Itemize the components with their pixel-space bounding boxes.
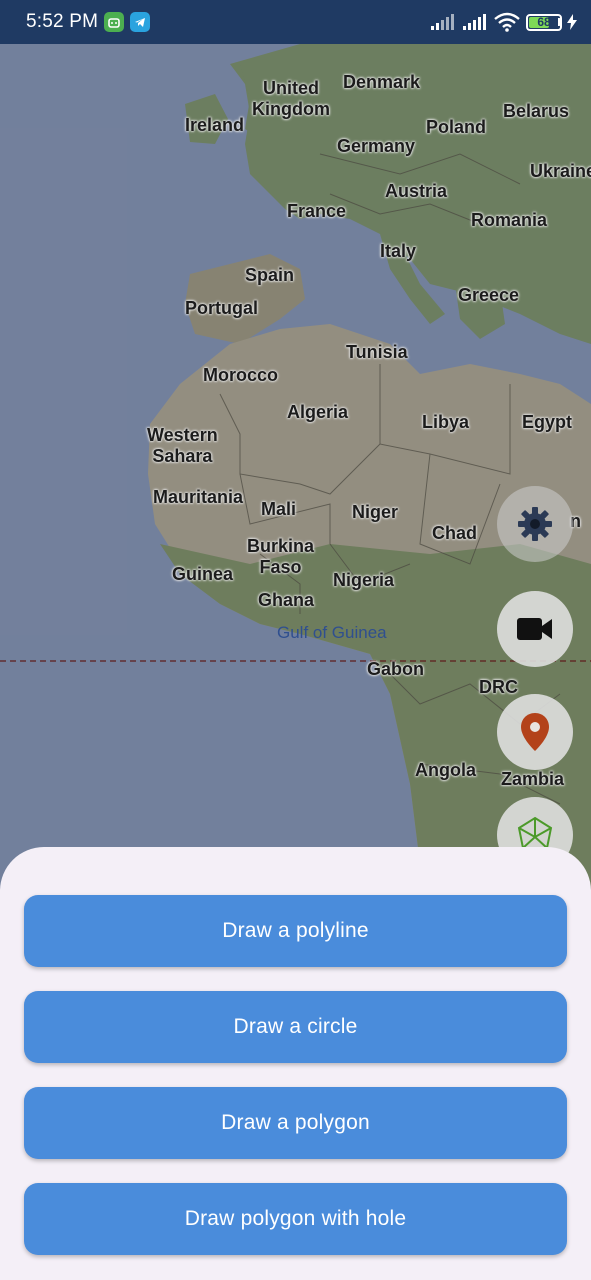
map-label-mali: Mali bbox=[261, 499, 297, 519]
draw-polygon-button[interactable]: Draw a polygon bbox=[24, 1087, 567, 1159]
map-label-zambia: Zambia bbox=[501, 769, 565, 789]
map-label-western-sahara: Western Sahara bbox=[147, 425, 218, 466]
draw-polygon-with-hole-button[interactable]: Draw polygon with hole bbox=[24, 1183, 567, 1255]
map-label-nigeria: Nigeria bbox=[333, 570, 395, 590]
video-camera-icon bbox=[517, 618, 552, 640]
settings-button[interactable] bbox=[497, 486, 573, 562]
map-label-france: France bbox=[287, 201, 347, 221]
battery-icon: 68 bbox=[526, 13, 562, 31]
status-time: 5:52 PM bbox=[26, 11, 99, 32]
draw-polyline-button[interactable]: Draw a polyline bbox=[24, 895, 567, 967]
map-label-burkina-faso: Burkina Faso bbox=[247, 536, 315, 577]
map-label-drc: DRC bbox=[479, 677, 518, 697]
robot-icon bbox=[104, 12, 125, 32]
map-scrim bbox=[0, 44, 591, 944]
map-label-greece: Greece bbox=[458, 285, 520, 305]
map-label-guinea: Guinea bbox=[172, 564, 234, 584]
signal-icon bbox=[463, 14, 486, 30]
map-label-spain: Spain bbox=[245, 265, 295, 285]
map-label-united-kingdom: United Kingdom bbox=[252, 78, 330, 119]
charging-icon bbox=[567, 14, 577, 30]
map-label-belarus: Belarus bbox=[503, 101, 570, 121]
map-label-egypt: Egypt bbox=[522, 412, 573, 432]
map-label-algeria: Algeria bbox=[287, 402, 349, 422]
location-pin-icon bbox=[521, 713, 549, 751]
map-label-ireland: Ireland bbox=[185, 115, 245, 135]
map-label-ghana: Ghana bbox=[258, 590, 315, 610]
map-label-portugal: Portugal bbox=[185, 298, 259, 318]
map-label-tunisia: Tunisia bbox=[346, 342, 408, 362]
wifi-icon bbox=[494, 12, 520, 32]
map-label-morocco: Morocco bbox=[203, 365, 279, 385]
battery-level: 68 bbox=[537, 15, 551, 29]
map-label-chad: Chad bbox=[432, 523, 477, 543]
telegram-icon bbox=[130, 12, 151, 32]
map-label-denmark: Denmark bbox=[343, 72, 421, 92]
map-label-austria: Austria bbox=[385, 181, 448, 201]
signal-icon bbox=[431, 14, 454, 30]
map-label-germany: Germany bbox=[337, 136, 416, 156]
map-label-gulf-of-guinea: Gulf of Guinea bbox=[277, 623, 387, 642]
draw-circle-button[interactable]: Draw a circle bbox=[24, 991, 567, 1063]
map-label-poland: Poland bbox=[426, 117, 487, 137]
location-button[interactable] bbox=[497, 694, 573, 770]
map-label-angola: Angola bbox=[415, 760, 476, 780]
status-right-group: 68 bbox=[430, 12, 577, 32]
status-bar: 5:52 PM 68 bbox=[0, 0, 591, 44]
map-label-gabon: Gabon bbox=[367, 659, 424, 679]
bottom-sheet: Draw a polyline Draw a circle Draw a pol… bbox=[0, 847, 591, 1280]
map-label-libya: Libya bbox=[422, 412, 470, 432]
map-label-italy: Italy bbox=[380, 241, 417, 261]
map-view[interactable]: Ireland United Kingdom Denmark Belarus P… bbox=[0, 44, 591, 944]
map-label-niger: Niger bbox=[352, 502, 399, 522]
gear-icon bbox=[518, 507, 552, 541]
map-label-ukraine: Ukraine bbox=[530, 161, 591, 181]
camera-button[interactable] bbox=[497, 591, 573, 667]
map-label-romania: Romania bbox=[471, 210, 548, 230]
map-label-mauritania: Mauritania bbox=[153, 487, 244, 507]
